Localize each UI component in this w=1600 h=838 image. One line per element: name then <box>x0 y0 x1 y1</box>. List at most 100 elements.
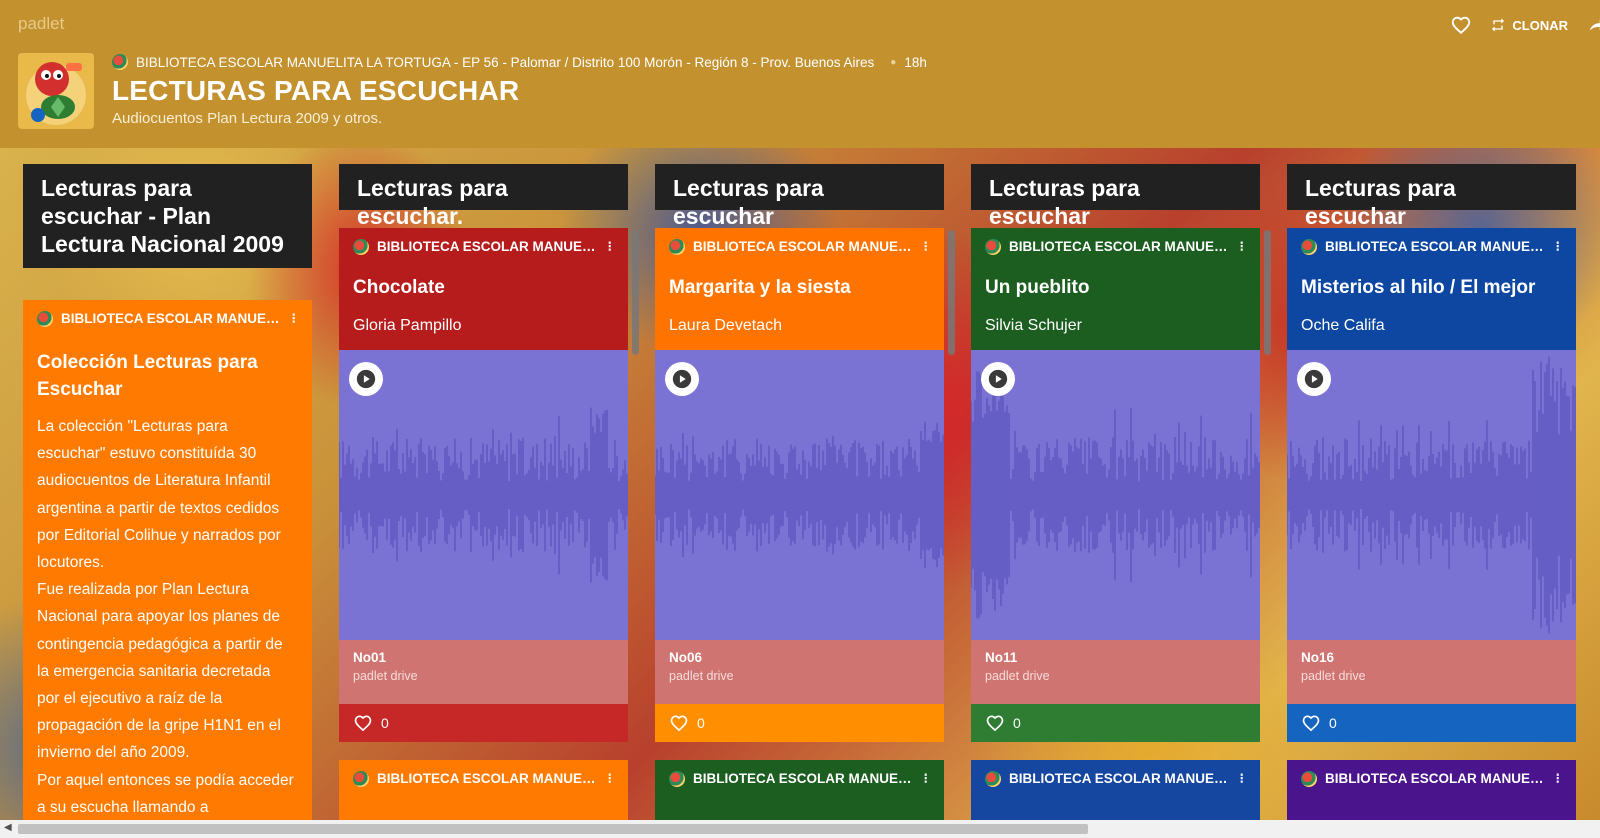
play-button[interactable] <box>981 362 1015 396</box>
board-canvas: Lecturas para escuchar - Plan Lectura Na… <box>0 148 1600 820</box>
post-card[interactable]: BIBLIOTECA ESCOLAR MANUELITA LA TORTUGA … <box>23 300 312 820</box>
audio-player[interactable] <box>655 350 944 640</box>
padlet-logo[interactable]: padlet <box>18 14 64 34</box>
author-name: BIBLIOTECA ESCOLAR MANUELITA LA TORTUGA <box>61 311 283 326</box>
scrollbar-thumb[interactable] <box>18 824 1088 834</box>
column-scrollbar[interactable] <box>1264 230 1271 355</box>
post-header: BIBLIOTECA ESCOLAR MANUELITA LA TORTUGA … <box>339 228 628 350</box>
audio-player[interactable] <box>971 350 1260 640</box>
updated-time: 18h <box>904 54 927 70</box>
clone-button[interactable]: CLONAR <box>1490 17 1568 33</box>
horizontal-scrollbar[interactable]: ◀ <box>0 820 1600 838</box>
attachment-info[interactable]: No01 padlet drive <box>339 640 628 704</box>
play-button[interactable] <box>1297 362 1331 396</box>
post-subtitle: Gloria Pampillo <box>353 317 462 334</box>
heart-icon[interactable] <box>1301 713 1321 733</box>
heart-icon[interactable] <box>669 713 689 733</box>
clone-label: CLONAR <box>1512 17 1568 33</box>
post-author: BIBLIOTECA ESCOLAR MANUELITA LA TORTUGA … <box>985 238 1244 255</box>
scroll-left-icon[interactable]: ◀ <box>4 822 12 833</box>
share-icon[interactable] <box>1586 14 1600 36</box>
post-card[interactable]: BIBLIOTECA ESCOLAR MANUELITA LA TORTUGA … <box>655 228 944 742</box>
post-card[interactable]: BIBLIOTECA ESCOLAR MANUELITA LA TORTUGA … <box>971 228 1260 742</box>
post-author: BIBLIOTECA ESCOLAR MANUELITA LA TORTUGA … <box>353 770 612 787</box>
board-avatar <box>18 53 94 129</box>
more-icon[interactable]: ⁝ <box>608 238 612 255</box>
column-title: Lecturas para escuchar - Plan Lectura Na… <box>23 164 312 268</box>
post-card[interactable]: BIBLIOTECA ESCOLAR MANUELITA LA TORTUGA … <box>339 228 628 742</box>
author-avatar <box>1301 770 1317 787</box>
next-post-card[interactable]: BIBLIOTECA ESCOLAR MANUELITA LA TORTUGA … <box>655 760 944 820</box>
post-author: BIBLIOTECA ESCOLAR MANUELITA LA TORTUGA … <box>985 770 1244 787</box>
column-lecturas-3: Lecturas para escuchar BIBLIOTECA ESCOLA… <box>971 164 1260 820</box>
like-count: 0 <box>1013 715 1021 731</box>
column-plan-lectura: Lecturas para escuchar - Plan Lectura Na… <box>23 164 312 820</box>
author-name: BIBLIOTECA ESCOLAR MANUELITA LA TORTUGA <box>693 239 915 254</box>
post-reactions: 0 <box>655 704 944 742</box>
more-icon[interactable]: ⁝ <box>1240 770 1244 787</box>
play-button[interactable] <box>349 362 383 396</box>
like-count: 0 <box>697 715 705 731</box>
heart-icon[interactable] <box>985 713 1005 733</box>
next-post-card[interactable]: BIBLIOTECA ESCOLAR MANUELITA LA TORTUGA … <box>339 760 628 820</box>
next-post-card[interactable]: BIBLIOTECA ESCOLAR MANUELITA LA TORTUGA … <box>971 760 1260 820</box>
post-title: Colección Lecturas para Escuchar <box>37 352 258 400</box>
post-paragraph: Fue realizada por Plan Lectura Nacional … <box>37 581 283 762</box>
post-reactions: 0 <box>1287 704 1576 742</box>
column-scrollbar[interactable] <box>948 230 955 355</box>
more-icon[interactable]: ⁝ <box>1556 770 1560 787</box>
post-title: Un pueblito <box>985 277 1090 298</box>
attachment-source: padlet drive <box>1301 669 1366 683</box>
play-icon <box>356 369 376 389</box>
author-name: BIBLIOTECA ESCOLAR MANUELITA LA TORTUGA <box>377 771 599 786</box>
author-avatar <box>669 238 685 255</box>
breadcrumb-text[interactable]: BIBLIOTECA ESCOLAR MANUELITA LA TORTUGA … <box>136 55 874 70</box>
audio-waveform <box>655 421 944 569</box>
attachment-name: No11 <box>985 650 1018 665</box>
attachment-info[interactable]: No06 padlet drive <box>655 640 944 704</box>
author-name: BIBLIOTECA ESCOLAR MANUELITA LA TORTUGA <box>1009 239 1231 254</box>
post-paragraph: La colección "Lecturas para escuchar" es… <box>37 418 281 572</box>
heart-icon[interactable] <box>1450 14 1472 36</box>
separator-dot: ● <box>890 56 897 68</box>
author-name: BIBLIOTECA ESCOLAR MANUELITA LA TORTUGA <box>377 239 599 254</box>
post-card[interactable]: BIBLIOTECA ESCOLAR MANUELITA LA TORTUGA … <box>1287 228 1576 742</box>
author-name: BIBLIOTECA ESCOLAR MANUELITA LA TORTUGA <box>1325 771 1547 786</box>
column-lecturas-4: Lecturas para escuchar BIBLIOTECA ESCOLA… <box>1287 164 1576 820</box>
more-icon[interactable]: ⁝ <box>924 770 928 787</box>
attachment-name: No01 <box>353 650 387 665</box>
like-count: 0 <box>381 715 389 731</box>
audio-player[interactable] <box>1287 350 1576 640</box>
play-icon <box>672 369 692 389</box>
author-name: BIBLIOTECA ESCOLAR MANUELITA LA TORTUGA <box>693 771 915 786</box>
attachment-source: padlet drive <box>669 669 734 683</box>
audio-player[interactable] <box>339 350 628 640</box>
more-icon[interactable]: ⁝ <box>292 310 296 327</box>
post-reactions: 0 <box>971 704 1260 742</box>
post-paragraph: Por aquel entonces se podía acceder a su… <box>37 771 294 816</box>
more-icon[interactable]: ⁝ <box>1240 238 1244 255</box>
header-actions: CLONAR <box>1450 14 1600 36</box>
more-icon[interactable]: ⁝ <box>1556 238 1560 255</box>
attachment-source: padlet drive <box>353 669 418 683</box>
post-header: BIBLIOTECA ESCOLAR MANUELITA LA TORTUGA … <box>655 228 944 350</box>
author-name: BIBLIOTECA ESCOLAR MANUELITA LA TORTUGA <box>1325 239 1547 254</box>
attachment-info[interactable]: No11 padlet drive <box>971 640 1260 704</box>
play-button[interactable] <box>665 362 699 396</box>
audio-waveform <box>1287 356 1576 634</box>
more-icon[interactable]: ⁝ <box>924 238 928 255</box>
page-title: LECTURAS PARA ESCUCHAR <box>112 75 520 106</box>
author-avatar <box>353 238 369 255</box>
post-body: La colección "Lecturas para escuchar" es… <box>37 413 296 820</box>
attachment-info[interactable]: No16 padlet drive <box>1287 640 1576 704</box>
author-avatar <box>985 238 1001 255</box>
post-subtitle: Silvia Schujer <box>985 317 1082 334</box>
more-icon[interactable]: ⁝ <box>608 770 612 787</box>
column-scrollbar[interactable] <box>632 230 639 355</box>
next-post-card[interactable]: BIBLIOTECA ESCOLAR MANUELITA LA TORTUGA … <box>1287 760 1576 820</box>
heart-icon[interactable] <box>353 713 373 733</box>
page-subtitle: Audiocuentos Plan Lectura 2009 y otros. <box>112 110 383 127</box>
author-avatar <box>1301 238 1317 255</box>
audio-waveform <box>339 407 628 583</box>
post-title: Misterios al hilo / El mejor <box>1301 277 1536 298</box>
